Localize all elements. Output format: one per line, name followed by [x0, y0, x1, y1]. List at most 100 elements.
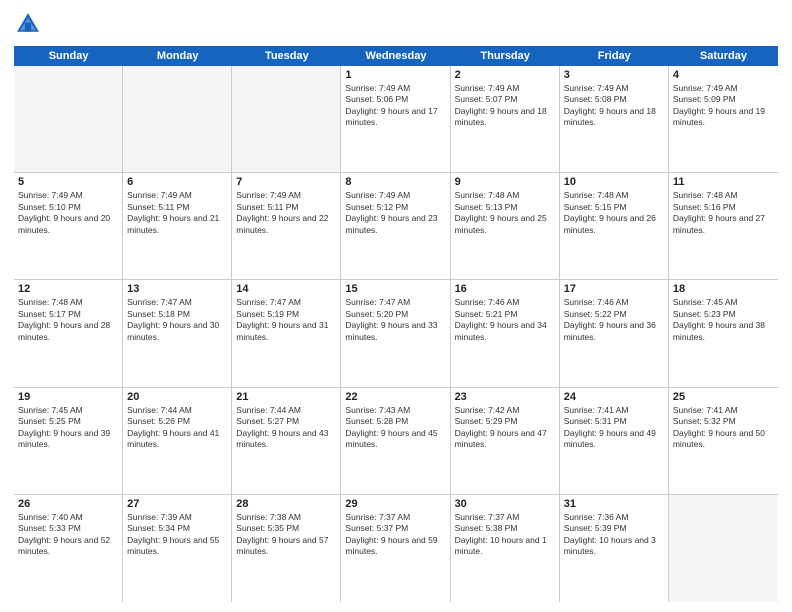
day-number: 17	[564, 283, 664, 295]
day-cell-29: 29 Sunrise: 7:37 AM Sunset: 5:37 PM Dayli…	[341, 495, 450, 602]
day-info: Sunrise: 7:48 AM Sunset: 5:13 PM Dayligh…	[455, 190, 555, 236]
header-day-saturday: Saturday	[669, 46, 778, 66]
day-cell-28: 28 Sunrise: 7:38 AM Sunset: 5:35 PM Dayli…	[232, 495, 341, 602]
calendar-week-4: 19Sunrise: 7:45 AM Sunset: 5:25 PM Dayli…	[14, 388, 778, 495]
day-info: Sunrise: 7:41 AM Sunset: 5:31 PM Dayligh…	[564, 405, 664, 451]
day-info: Sunrise: 7:46 AM Sunset: 5:22 PM Dayligh…	[564, 297, 664, 343]
day-cell-10: 10 Sunrise: 7:48 AM Sunset: 5:15 PM Dayli…	[560, 173, 669, 279]
calendar-header: SundayMondayTuesdayWednesdayThursdayFrid…	[14, 46, 778, 66]
calendar-week-1: 1 Sunrise: 7:49 AM Sunset: 5:06 PM Daylig…	[14, 66, 778, 173]
day-cell-27: 27 Sunrise: 7:39 AM Sunset: 5:34 PM Dayli…	[123, 495, 232, 602]
day-info: Sunrise: 7:37 AM Sunset: 5:38 PM Dayligh…	[455, 512, 555, 558]
day-number: 10	[564, 176, 664, 188]
calendar: SundayMondayTuesdayWednesdayThursdayFrid…	[14, 46, 778, 602]
day-info: Sunrise: 7:49 AM Sunset: 5:07 PM Dayligh…	[455, 83, 555, 129]
day-cell-23: 23 Sunrise: 7:42 AM Sunset: 5:29 PM Dayli…	[451, 388, 560, 494]
day-number: 14	[236, 283, 336, 295]
day-info: Sunrise: 7:36 AM Sunset: 5:39 PM Dayligh…	[564, 512, 664, 558]
day-cell-26: 26 Sunrise: 7:40 AM Sunset: 5:33 PM Dayli…	[14, 495, 123, 602]
day-number: 18	[673, 283, 774, 295]
day-number: 16	[455, 283, 555, 295]
day-number: 19	[18, 391, 118, 403]
day-number: 26	[18, 498, 118, 510]
day-info: Sunrise: 7:44 AM Sunset: 5:27 PM Dayligh…	[236, 405, 336, 451]
day-cell-16: 16 Sunrise: 7:46 AM Sunset: 5:21 PM Dayli…	[451, 280, 560, 386]
day-cell-6: 6Sunrise: 7:49 AM Sunset: 5:11 PM Daylig…	[123, 173, 232, 279]
day-info: Sunrise: 7:40 AM Sunset: 5:33 PM Dayligh…	[18, 512, 118, 558]
day-number: 3	[564, 69, 664, 81]
calendar-week-2: 5Sunrise: 7:49 AM Sunset: 5:10 PM Daylig…	[14, 173, 778, 280]
day-info: Sunrise: 7:48 AM Sunset: 5:16 PM Dayligh…	[673, 190, 774, 236]
day-info: Sunrise: 7:38 AM Sunset: 5:35 PM Dayligh…	[236, 512, 336, 558]
day-number: 29	[345, 498, 445, 510]
day-number: 31	[564, 498, 664, 510]
day-info: Sunrise: 7:39 AM Sunset: 5:34 PM Dayligh…	[127, 512, 227, 558]
empty-cell	[669, 495, 778, 602]
header-day-thursday: Thursday	[451, 46, 560, 66]
day-number: 22	[345, 391, 445, 403]
day-cell-1: 1 Sunrise: 7:49 AM Sunset: 5:06 PM Daylig…	[341, 66, 450, 172]
day-number: 1	[345, 69, 445, 81]
day-cell-25: 25 Sunrise: 7:41 AM Sunset: 5:32 PM Dayli…	[669, 388, 778, 494]
day-cell-9: 9 Sunrise: 7:48 AM Sunset: 5:13 PM Daylig…	[451, 173, 560, 279]
day-info: Sunrise: 7:49 AM Sunset: 5:08 PM Dayligh…	[564, 83, 664, 129]
day-cell-30: 30 Sunrise: 7:37 AM Sunset: 5:38 PM Dayli…	[451, 495, 560, 602]
day-info: Sunrise: 7:48 AM Sunset: 5:15 PM Dayligh…	[564, 190, 664, 236]
day-cell-19: 19Sunrise: 7:45 AM Sunset: 5:25 PM Dayli…	[14, 388, 123, 494]
day-number: 30	[455, 498, 555, 510]
day-cell-11: 11 Sunrise: 7:48 AM Sunset: 5:16 PM Dayli…	[669, 173, 778, 279]
calendar-week-5: 26 Sunrise: 7:40 AM Sunset: 5:33 PM Dayli…	[14, 495, 778, 602]
day-cell-3: 3 Sunrise: 7:49 AM Sunset: 5:08 PM Daylig…	[560, 66, 669, 172]
day-number: 5	[18, 176, 118, 188]
day-cell-13: 13Sunrise: 7:47 AM Sunset: 5:18 PM Dayli…	[123, 280, 232, 386]
day-cell-7: 7 Sunrise: 7:49 AM Sunset: 5:11 PM Daylig…	[232, 173, 341, 279]
day-number: 24	[564, 391, 664, 403]
day-info: Sunrise: 7:43 AM Sunset: 5:28 PM Dayligh…	[345, 405, 445, 451]
day-number: 25	[673, 391, 774, 403]
day-number: 27	[127, 498, 227, 510]
day-cell-14: 14 Sunrise: 7:47 AM Sunset: 5:19 PM Dayli…	[232, 280, 341, 386]
day-cell-8: 8 Sunrise: 7:49 AM Sunset: 5:12 PM Daylig…	[341, 173, 450, 279]
day-info: Sunrise: 7:49 AM Sunset: 5:06 PM Dayligh…	[345, 83, 445, 129]
day-info: Sunrise: 7:49 AM Sunset: 5:11 PM Dayligh…	[236, 190, 336, 236]
day-cell-24: 24 Sunrise: 7:41 AM Sunset: 5:31 PM Dayli…	[560, 388, 669, 494]
logo	[14, 10, 46, 38]
day-number: 11	[673, 176, 774, 188]
day-info: Sunrise: 7:46 AM Sunset: 5:21 PM Dayligh…	[455, 297, 555, 343]
calendar-body: 1 Sunrise: 7:49 AM Sunset: 5:06 PM Daylig…	[14, 66, 778, 602]
day-info: Sunrise: 7:41 AM Sunset: 5:32 PM Dayligh…	[673, 405, 774, 451]
day-cell-5: 5Sunrise: 7:49 AM Sunset: 5:10 PM Daylig…	[14, 173, 123, 279]
day-number: 20	[127, 391, 227, 403]
day-number: 15	[345, 283, 445, 295]
day-number: 4	[673, 69, 774, 81]
page: SundayMondayTuesdayWednesdayThursdayFrid…	[0, 0, 792, 612]
day-number: 9	[455, 176, 555, 188]
header-day-wednesday: Wednesday	[341, 46, 450, 66]
day-info: Sunrise: 7:49 AM Sunset: 5:12 PM Dayligh…	[345, 190, 445, 236]
day-info: Sunrise: 7:49 AM Sunset: 5:09 PM Dayligh…	[673, 83, 774, 129]
empty-cell	[232, 66, 341, 172]
day-info: Sunrise: 7:48 AM Sunset: 5:17 PM Dayligh…	[18, 297, 118, 343]
day-info: Sunrise: 7:44 AM Sunset: 5:26 PM Dayligh…	[127, 405, 227, 451]
day-number: 2	[455, 69, 555, 81]
day-number: 23	[455, 391, 555, 403]
calendar-week-3: 12 Sunrise: 7:48 AM Sunset: 5:17 PM Dayli…	[14, 280, 778, 387]
day-info: Sunrise: 7:45 AM Sunset: 5:23 PM Dayligh…	[673, 297, 774, 343]
day-number: 7	[236, 176, 336, 188]
day-number: 12	[18, 283, 118, 295]
empty-cell	[14, 66, 123, 172]
day-info: Sunrise: 7:49 AM Sunset: 5:11 PM Dayligh…	[127, 190, 227, 236]
day-cell-31: 31 Sunrise: 7:36 AM Sunset: 5:39 PM Dayli…	[560, 495, 669, 602]
day-cell-12: 12 Sunrise: 7:48 AM Sunset: 5:17 PM Dayli…	[14, 280, 123, 386]
day-info: Sunrise: 7:42 AM Sunset: 5:29 PM Dayligh…	[455, 405, 555, 451]
day-info: Sunrise: 7:47 AM Sunset: 5:20 PM Dayligh…	[345, 297, 445, 343]
header-day-monday: Monday	[123, 46, 232, 66]
day-info: Sunrise: 7:47 AM Sunset: 5:19 PM Dayligh…	[236, 297, 336, 343]
day-info: Sunrise: 7:37 AM Sunset: 5:37 PM Dayligh…	[345, 512, 445, 558]
day-cell-2: 2 Sunrise: 7:49 AM Sunset: 5:07 PM Daylig…	[451, 66, 560, 172]
header	[14, 10, 778, 38]
day-cell-22: 22 Sunrise: 7:43 AM Sunset: 5:28 PM Dayli…	[341, 388, 450, 494]
day-number: 28	[236, 498, 336, 510]
day-cell-20: 20 Sunrise: 7:44 AM Sunset: 5:26 PM Dayli…	[123, 388, 232, 494]
day-number: 8	[345, 176, 445, 188]
